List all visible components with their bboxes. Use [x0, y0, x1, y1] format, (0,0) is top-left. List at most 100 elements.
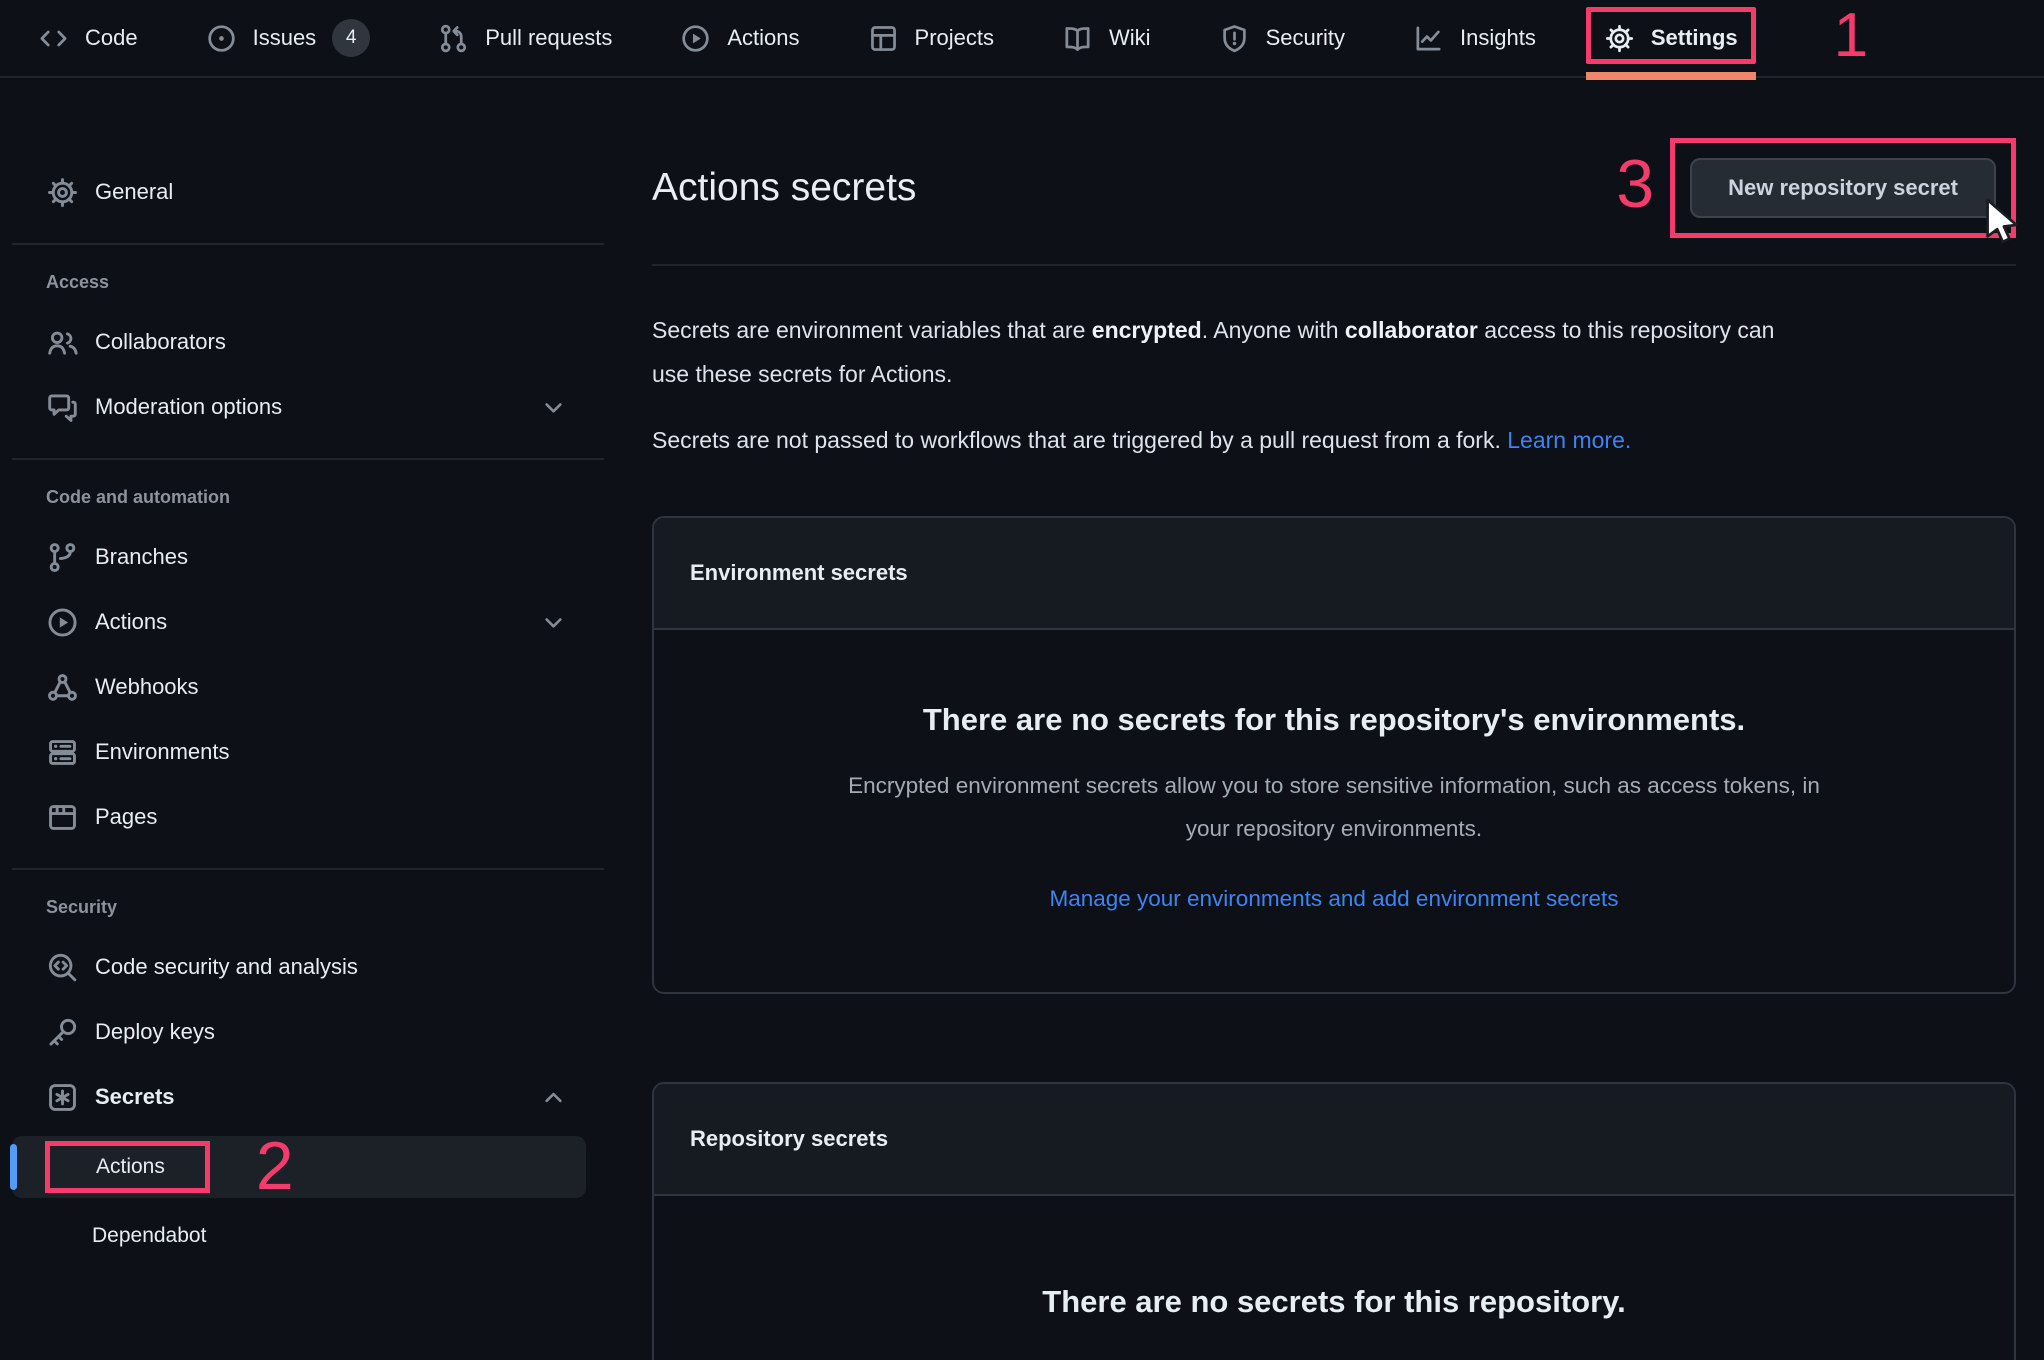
git-pull-request-icon [438, 23, 469, 54]
sidebar-item-branches[interactable]: Branches [12, 531, 604, 583]
sidebar-section-code-automation: Code and automation [46, 487, 604, 508]
issues-count-badge: 4 [332, 19, 370, 57]
tab-wiki[interactable]: Wiki [1062, 0, 1151, 76]
sidebar-item-deploy-keys[interactable]: Deploy keys [12, 1006, 604, 1058]
repo-tab-bar: Code Issues 4 Pull requests Actions Proj… [0, 0, 2044, 78]
git-branch-icon [46, 541, 79, 574]
codescan-icon [46, 951, 79, 984]
server-icon [46, 736, 79, 769]
environment-secrets-header: Environment secrets [654, 518, 2014, 630]
chevron-down-icon [539, 608, 568, 637]
sidebar-item-moderation-options[interactable]: Moderation options [12, 381, 604, 433]
gear-icon [1604, 23, 1635, 54]
sidebar-section-access: Access [46, 272, 604, 293]
sidebar-item-label: Code security and analysis [95, 954, 358, 980]
tab-label: Settings [1651, 25, 1738, 51]
tab-insights[interactable]: Insights [1413, 0, 1536, 76]
repository-secrets-card: Repository secrets There are no secrets … [652, 1082, 2016, 1360]
sidebar-item-secrets-dependabot[interactable]: Dependabot [12, 1208, 604, 1264]
sidebar-item-label: Actions [95, 609, 167, 635]
manage-environments-link[interactable]: Manage your environments and add environ… [1049, 886, 1618, 912]
annotation-step-2: 2 [256, 1132, 294, 1200]
repository-secrets-empty-title: There are no secrets for this repository… [714, 1284, 1954, 1320]
sidebar-item-label: Dependabot [92, 1224, 206, 1248]
sidebar-divider [12, 868, 604, 870]
webhook-icon [46, 671, 79, 704]
chevron-down-icon [539, 393, 568, 422]
sidebar-item-label: Webhooks [95, 674, 199, 700]
tab-label: Insights [1460, 25, 1536, 51]
sidebar-item-label: Moderation options [95, 394, 282, 420]
fork-note-text: Secrets are not passed to workflows that… [652, 418, 2016, 462]
tab-issues[interactable]: Issues 4 [206, 0, 371, 76]
page-title: Actions secrets [652, 166, 916, 210]
key-icon [46, 1016, 79, 1049]
play-circle-icon [46, 606, 79, 639]
environment-secrets-card: Environment secrets There are no secrets… [652, 516, 2016, 994]
tab-pull-requests[interactable]: Pull requests [438, 0, 612, 76]
sidebar-item-actions[interactable]: Actions [12, 596, 604, 648]
tab-label: Wiki [1109, 25, 1151, 51]
active-item-indicator [10, 1144, 17, 1190]
sidebar-item-general[interactable]: General [12, 166, 604, 218]
asterisk-box-icon [46, 1081, 79, 1114]
sidebar-item-secrets[interactable]: Secrets [12, 1071, 604, 1123]
sidebar-item-pages[interactable]: Pages [12, 791, 604, 843]
sidebar-item-secrets-actions[interactable]: Actions 2 [12, 1136, 586, 1198]
annotation-box-3: New repository secret [1670, 138, 2016, 238]
sidebar-item-environments[interactable]: Environments [12, 726, 604, 778]
secrets-intro-text: Secrets are environment variables that a… [652, 308, 2016, 396]
heading-divider [652, 264, 2016, 266]
mouse-pointer-icon [1978, 196, 2024, 250]
sidebar-item-label: Secrets [95, 1084, 175, 1110]
tab-settings[interactable]: Settings [1604, 0, 1738, 76]
sidebar-item-label: Environments [95, 739, 230, 765]
tab-label: Security [1266, 25, 1345, 51]
learn-more-link[interactable]: Learn more. [1507, 427, 1631, 453]
new-repository-secret-button[interactable]: New repository secret [1690, 158, 1996, 218]
sidebar-item-label: General [95, 179, 173, 205]
collaborator-emphasis: collaborator [1345, 317, 1478, 343]
tab-label: Code [85, 25, 138, 51]
chevron-up-icon [539, 1083, 568, 1112]
tab-label: Issues [253, 25, 317, 51]
sidebar-item-label: Collaborators [95, 329, 226, 355]
sidebar-item-label: Branches [95, 544, 188, 570]
play-circle-icon [680, 23, 711, 54]
tab-label: Projects [915, 25, 994, 51]
tab-label: Pull requests [485, 25, 612, 51]
sidebar-item-label: Pages [95, 804, 157, 830]
tab-projects[interactable]: Projects [868, 0, 994, 76]
sidebar-item-code-security[interactable]: Code security and analysis [12, 941, 604, 993]
project-table-icon [868, 23, 899, 54]
settings-sidebar: General Access Collaborators Moderation … [0, 78, 652, 1277]
annotation-step-1: 1 [1834, 5, 1868, 67]
people-icon [46, 326, 79, 359]
tab-actions[interactable]: Actions [680, 0, 799, 76]
tab-security[interactable]: Security [1219, 0, 1345, 76]
active-tab-underline [1586, 72, 1756, 80]
tab-code[interactable]: Code [38, 0, 138, 76]
actions-secrets-panel: Actions secrets 3 New repository secret … [652, 78, 2044, 1360]
sidebar-item-collaborators[interactable]: Collaborators [12, 316, 604, 368]
encrypted-emphasis: encrypted [1092, 317, 1202, 343]
browser-icon [46, 801, 79, 834]
sidebar-divider [12, 243, 604, 245]
tab-label: Actions [727, 25, 799, 51]
issue-opened-icon [206, 23, 237, 54]
annotation-box-2: Actions [45, 1141, 210, 1193]
sidebar-section-security: Security [46, 897, 604, 918]
sidebar-item-label: Actions [96, 1155, 165, 1178]
shield-icon [1219, 23, 1250, 54]
environment-secrets-empty-description: Encrypted environment secrets allow you … [714, 764, 1954, 850]
comment-discussion-icon [46, 391, 79, 424]
sidebar-item-webhooks[interactable]: Webhooks [12, 661, 604, 713]
sidebar-item-label: Deploy keys [95, 1019, 215, 1045]
repository-secrets-header: Repository secrets [654, 1084, 2014, 1196]
environment-secrets-empty-title: There are no secrets for this repository… [714, 702, 1954, 738]
book-icon [1062, 23, 1093, 54]
code-icon [38, 23, 69, 54]
annotation-step-3: 3 [1616, 150, 1654, 218]
sidebar-divider [12, 458, 604, 460]
gear-icon [46, 176, 79, 209]
